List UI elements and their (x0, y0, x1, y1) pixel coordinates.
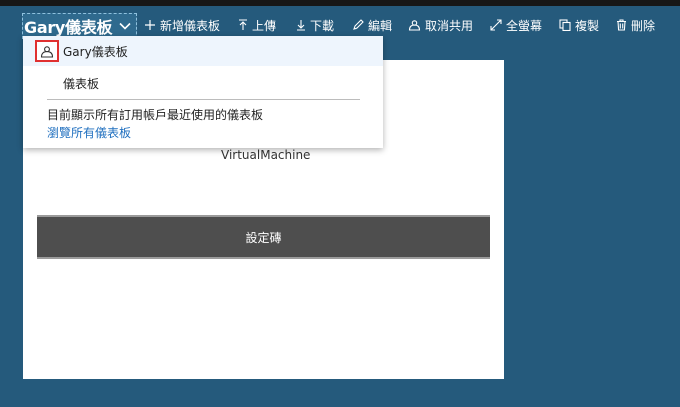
upload-label: 上傳 (252, 18, 277, 33)
new-dashboard-button[interactable]: 新增儀表板 (144, 16, 220, 34)
download-icon (297, 20, 305, 31)
setup-tile-label: 設定磚 (245, 230, 282, 245)
fullscreen-button[interactable]: 全螢幕 (490, 16, 542, 34)
clone-label: 複製 (575, 18, 600, 33)
dropdown-item-label: Gary儀表板 (63, 44, 128, 59)
share-icon (40, 45, 54, 58)
shared-indicator (35, 40, 59, 62)
upload-button[interactable]: 上傳 (238, 16, 276, 34)
download-button[interactable]: 下載 (296, 16, 334, 34)
chevron-down-icon (119, 22, 131, 30)
recent-dashboards-note: 目前顯示所有訂用帳戶最近使用的儀表板 (47, 108, 264, 122)
clone-button[interactable]: 複製 (559, 16, 599, 34)
edit-button[interactable]: 編輯 (352, 16, 392, 34)
delete-button[interactable]: 刪除 (616, 16, 655, 34)
share-icon (408, 20, 421, 31)
top-strip (0, 0, 680, 6)
unshare-button[interactable]: 取消共用 (408, 16, 473, 34)
fullscreen-label: 全螢幕 (506, 18, 543, 33)
plus-icon (145, 20, 155, 30)
setup-tile-button[interactable]: 設定磚 (37, 215, 490, 259)
expand-icon (490, 19, 502, 31)
unshare-label: 取消共用 (425, 18, 474, 33)
copy-icon (559, 19, 571, 31)
download-label: 下載 (310, 18, 335, 33)
new-dashboard-label: 新增儀表板 (160, 18, 221, 33)
dropdown-divider (47, 99, 360, 100)
browse-all-dashboards-link[interactable]: 瀏覽所有儀表板 (47, 124, 131, 141)
dashboard-title: Gary儀表板 (24, 18, 113, 37)
edit-label: 編輯 (368, 18, 393, 33)
dropdown-item-gary-dashboard[interactable]: Gary儀表板 (23, 36, 383, 66)
upload-icon (239, 19, 247, 30)
dashboard-toolbar: Gary儀表板 新增儀表板 上傳 下載 編輯 取消共用 全螢幕 複製 刪除 (0, 10, 680, 39)
delete-label: 刪除 (631, 18, 656, 33)
dashboard-dropdown: Gary儀表板 儀表板 目前顯示所有訂用帳戶最近使用的儀表板 瀏覽所有儀表板 (23, 36, 383, 148)
resource-name: VirtualMachine (221, 148, 311, 162)
trash-icon (617, 19, 626, 31)
dropdown-item-dashboard[interactable]: 儀表板 (23, 68, 383, 98)
pencil-icon (353, 19, 364, 30)
dropdown-item-label: 儀表板 (63, 76, 100, 91)
